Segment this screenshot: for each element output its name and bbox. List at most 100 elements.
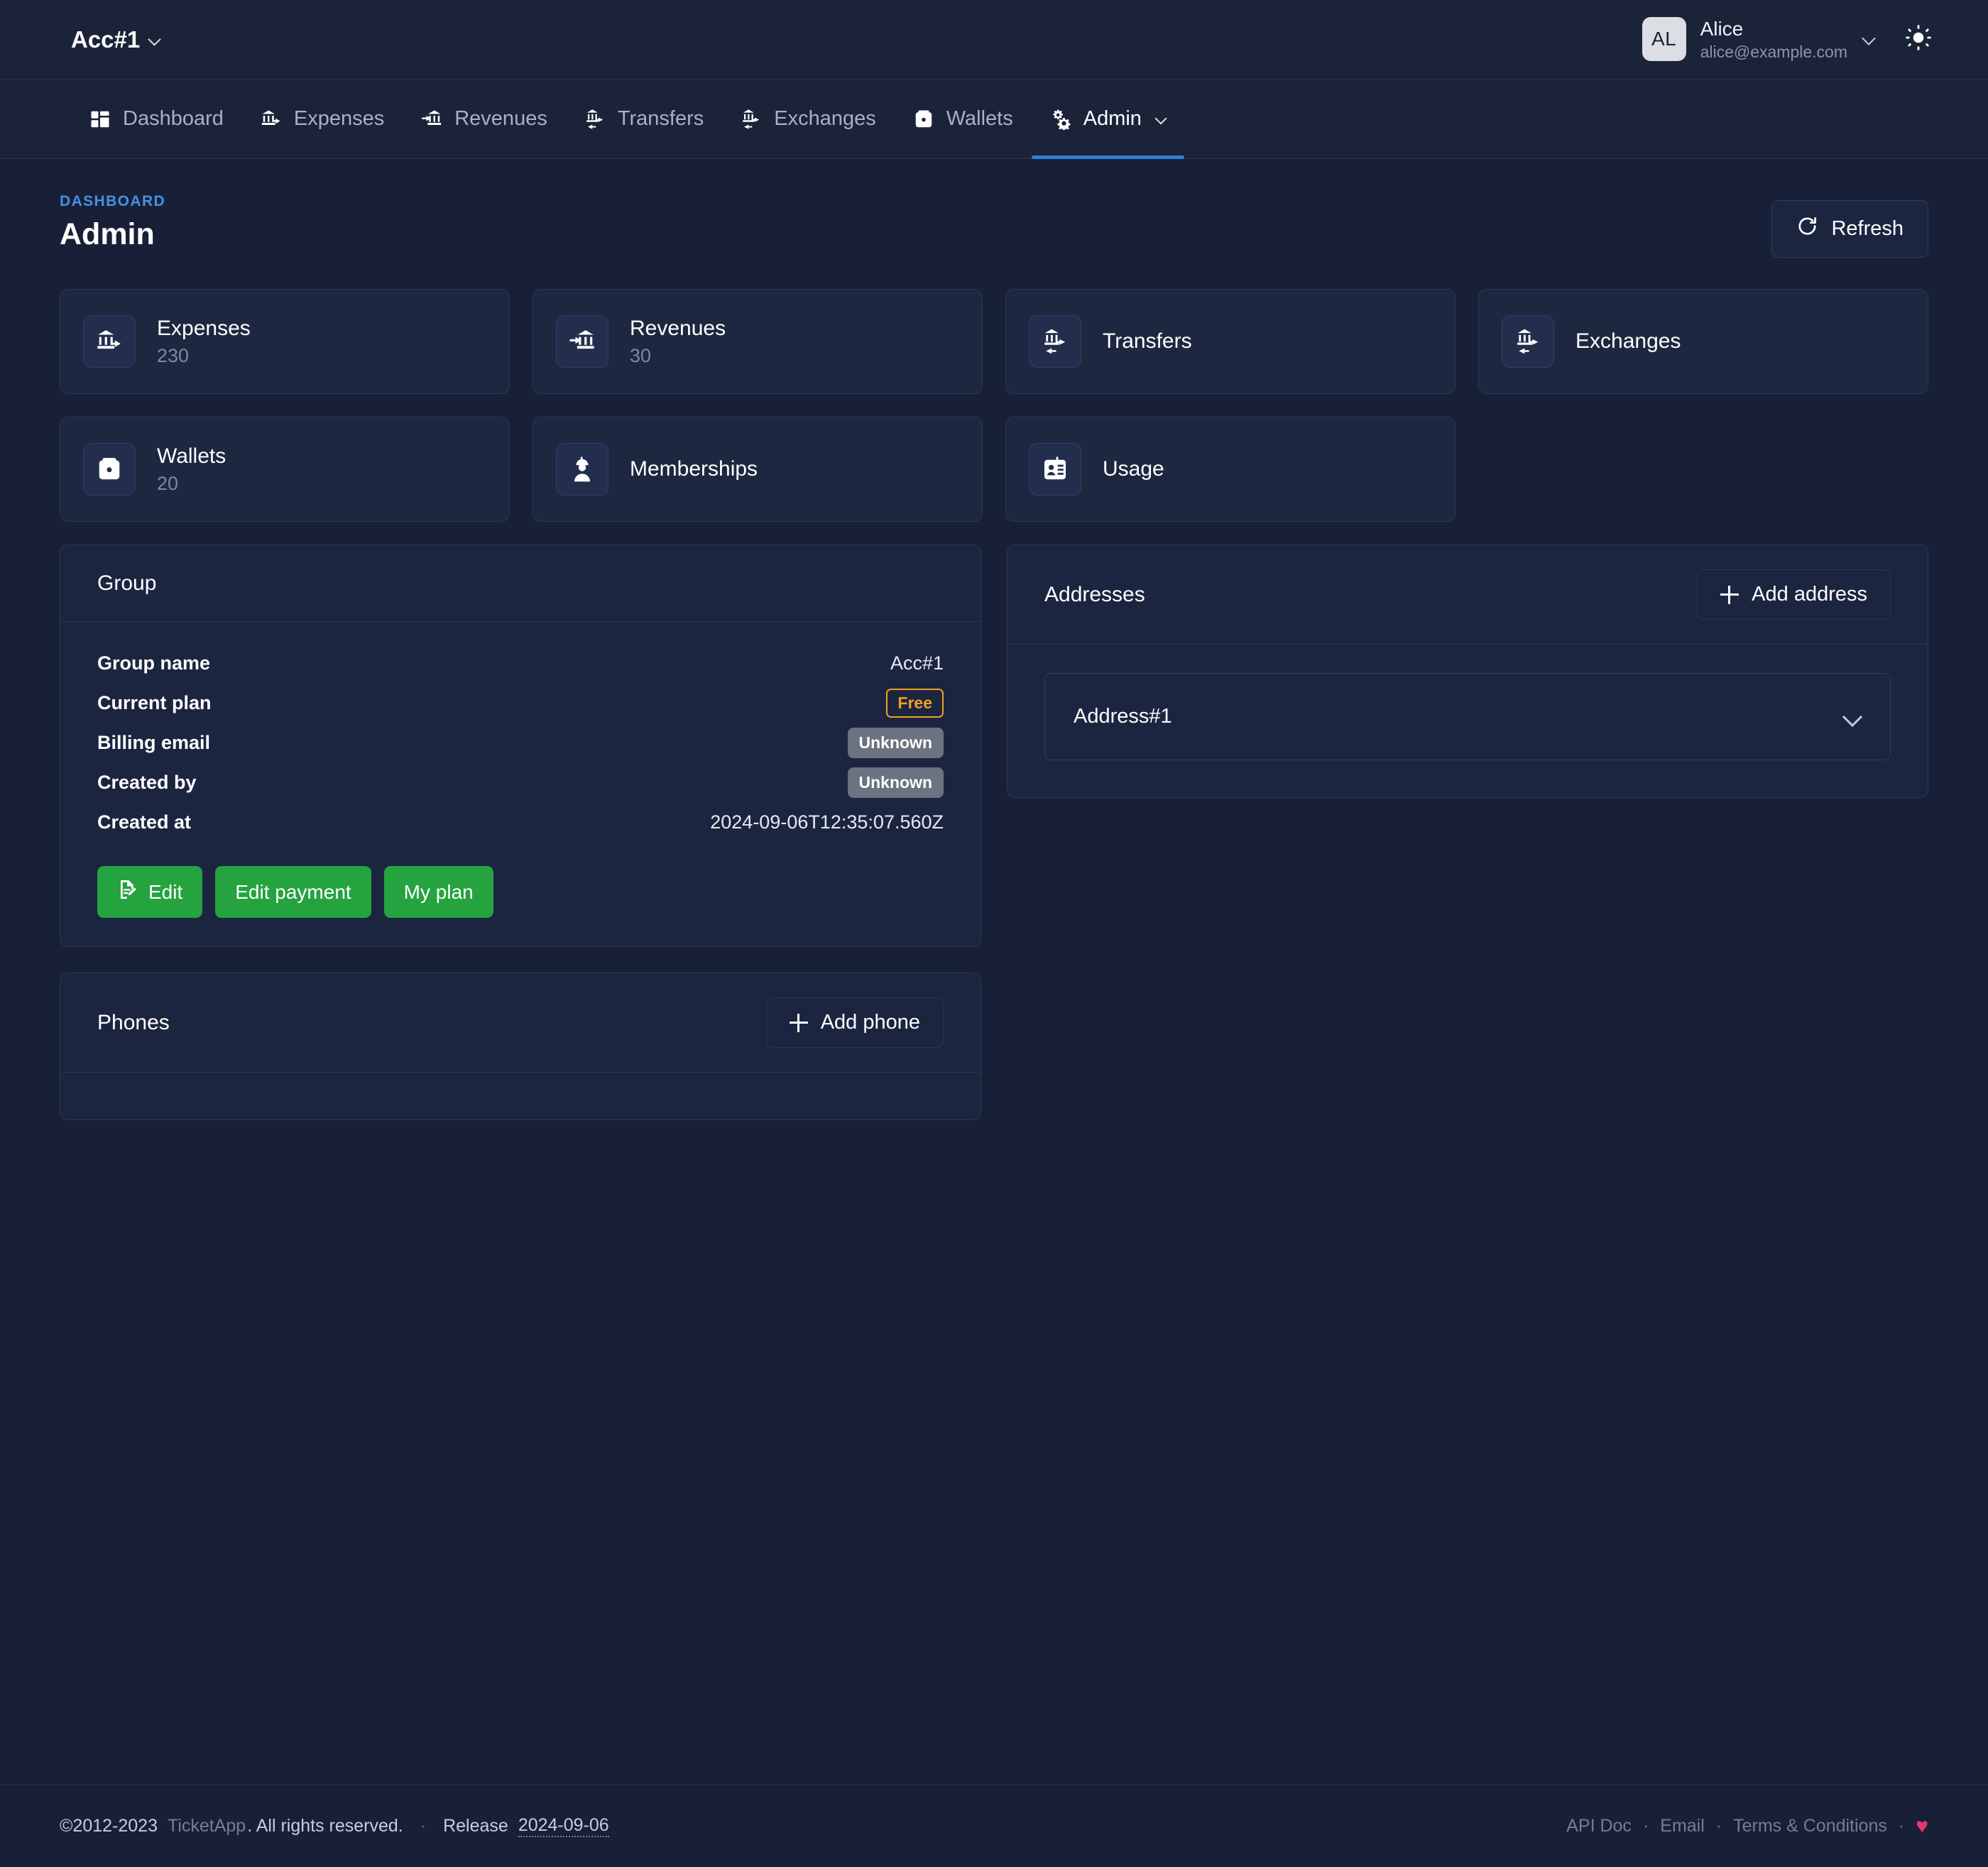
stat-card-expenses[interactable]: Expenses 230 bbox=[60, 289, 510, 394]
stat-card-label: Exchanges bbox=[1575, 329, 1681, 353]
top-bar-right: AL Alice alice@example.com bbox=[1642, 17, 1937, 62]
nav-item-exchanges[interactable]: Exchanges bbox=[722, 80, 895, 158]
stat-card-usage[interactable]: Usage bbox=[1005, 417, 1456, 522]
stat-card-label: Memberships bbox=[630, 457, 758, 481]
plus-icon bbox=[1720, 585, 1740, 604]
panel-title: Group bbox=[97, 571, 157, 595]
stat-card-label: Transfers bbox=[1103, 329, 1192, 353]
stat-card-exchanges[interactable]: Exchanges bbox=[1478, 289, 1928, 394]
exchange-icon bbox=[741, 109, 762, 130]
addresses-list: Address#1 bbox=[1007, 645, 1928, 797]
account-switcher[interactable]: Acc#1 bbox=[71, 26, 160, 53]
footer-app-name: TicketApp bbox=[167, 1816, 246, 1836]
nav-label: Revenues bbox=[454, 107, 547, 130]
phones-panel: Phones Add phone bbox=[60, 973, 981, 1120]
stat-cards-grid: Expenses 230 Revenues 30 Transfers Excha… bbox=[60, 289, 1928, 522]
nav-item-admin[interactable]: Admin bbox=[1031, 80, 1185, 159]
chevron-down-icon bbox=[1155, 114, 1166, 124]
transfer-icon bbox=[1029, 315, 1081, 368]
detail-key: Created by bbox=[97, 771, 197, 793]
left-column: Group Group name Acc#1 Current plan Free… bbox=[60, 544, 981, 1120]
dashboard-icon bbox=[89, 109, 111, 130]
footer-release-label: Release bbox=[443, 1816, 508, 1836]
page-title: Admin bbox=[60, 217, 155, 251]
footer-left: ©2012-2023 TicketApp . All rights reserv… bbox=[60, 1815, 609, 1837]
refresh-label: Refresh bbox=[1831, 217, 1904, 240]
nav-item-revenues[interactable]: Revenues bbox=[403, 80, 566, 158]
footer-separator: · bbox=[420, 1816, 427, 1836]
detail-row-billing-email: Billing email Unknown bbox=[97, 723, 944, 762]
group-details-list: Group name Acc#1 Current plan Free Billi… bbox=[60, 622, 981, 845]
nav-label: Dashboard bbox=[123, 107, 224, 130]
theme-toggle-button[interactable] bbox=[1900, 21, 1937, 58]
footer-link-email[interactable]: Email bbox=[1660, 1816, 1705, 1836]
detail-key: Created at bbox=[97, 811, 192, 833]
add-phone-button[interactable]: Add phone bbox=[765, 997, 944, 1048]
footer-link-api-doc[interactable]: API Doc bbox=[1566, 1816, 1632, 1836]
footer-rights: . All rights reserved. bbox=[247, 1816, 403, 1836]
detail-row-group-name: Group name Acc#1 bbox=[97, 643, 944, 683]
nav-item-wallets[interactable]: Wallets bbox=[895, 80, 1032, 158]
stat-card-label: Expenses bbox=[157, 316, 251, 340]
my-plan-button[interactable]: My plan bbox=[383, 866, 493, 918]
stat-card-wallets[interactable]: Wallets 20 bbox=[60, 417, 510, 522]
detail-row-created-by: Created by Unknown bbox=[97, 762, 944, 802]
refresh-button[interactable]: Refresh bbox=[1771, 200, 1928, 258]
refresh-icon bbox=[1796, 215, 1818, 243]
user-menu[interactable]: AL Alice alice@example.com bbox=[1642, 17, 1876, 62]
avatar: AL bbox=[1642, 17, 1686, 62]
addresses-panel: Addresses Add address Address#1 bbox=[1007, 544, 1928, 798]
page-heading-group: DASHBOARD Admin bbox=[60, 193, 165, 252]
exchange-icon bbox=[1502, 315, 1554, 368]
footer-separator: · bbox=[1715, 1816, 1722, 1836]
id-card-icon bbox=[1029, 443, 1081, 496]
nav-label: Expenses bbox=[293, 107, 385, 130]
nav-label: Wallets bbox=[946, 107, 1013, 130]
button-label: My plan bbox=[403, 880, 474, 903]
chevron-down-icon bbox=[1862, 32, 1876, 46]
account-name: Acc#1 bbox=[71, 26, 141, 53]
bank-in-icon bbox=[556, 315, 608, 368]
add-address-button[interactable]: Add address bbox=[1697, 569, 1891, 620]
stat-card-count: 230 bbox=[157, 344, 190, 366]
stat-card-transfers[interactable]: Transfers bbox=[1005, 289, 1456, 394]
nav-item-dashboard[interactable]: Dashboard bbox=[71, 80, 242, 158]
footer-separator: · bbox=[1642, 1816, 1649, 1836]
bank-in-icon bbox=[421, 109, 442, 130]
list-item[interactable]: Address#1 bbox=[1044, 673, 1891, 760]
stat-card-revenues[interactable]: Revenues 30 bbox=[532, 289, 983, 394]
nav-item-expenses[interactable]: Expenses bbox=[242, 80, 403, 158]
wallet-icon bbox=[83, 443, 136, 496]
detail-value: Acc#1 bbox=[890, 652, 944, 674]
footer-release-date[interactable]: 2024-09-06 bbox=[518, 1815, 609, 1837]
footer-right: API Doc · Email · Terms & Conditions · ♥ bbox=[1566, 1814, 1928, 1839]
top-bar: Acc#1 AL Alice alice@example.com bbox=[0, 0, 1988, 80]
heart-icon: ♥ bbox=[1916, 1814, 1928, 1838]
bank-out-icon bbox=[261, 109, 282, 130]
status-badge: Unknown bbox=[847, 727, 944, 758]
stat-card-label: Revenues bbox=[630, 316, 726, 340]
footer-link-terms[interactable]: Terms & Conditions bbox=[1733, 1816, 1887, 1836]
nav-label: Exchanges bbox=[774, 107, 876, 130]
detail-key: Current plan bbox=[97, 691, 212, 713]
phones-list-empty bbox=[60, 1073, 981, 1119]
page-header: DASHBOARD Admin Refresh bbox=[60, 193, 1928, 258]
nav-label: Transfers bbox=[617, 107, 704, 130]
nav-item-transfers[interactable]: Transfers bbox=[566, 80, 722, 158]
detail-value: 2024-09-06T12:35:07.560Z bbox=[710, 811, 944, 833]
group-panel-actions: Edit Edit payment My plan bbox=[60, 845, 981, 946]
main-navigation: Dashboard Expenses Revenues Transfers Ex… bbox=[0, 80, 1988, 159]
user-info: Alice alice@example.com bbox=[1700, 17, 1847, 61]
edit-button[interactable]: Edit bbox=[97, 866, 203, 918]
breadcrumb[interactable]: DASHBOARD bbox=[60, 193, 165, 210]
page-content: DASHBOARD Admin Refresh Expenses 230 Rev… bbox=[0, 159, 1988, 1120]
stat-card-memberships[interactable]: Memberships bbox=[532, 417, 983, 522]
stat-card-count: 30 bbox=[630, 344, 652, 366]
chevron-down-icon bbox=[148, 34, 160, 45]
button-label: Add address bbox=[1752, 583, 1867, 606]
detail-key: Group name bbox=[97, 652, 211, 674]
edit-payment-button[interactable]: Edit payment bbox=[215, 866, 371, 918]
chevron-down-icon[interactable] bbox=[1843, 708, 1862, 726]
member-icon bbox=[556, 443, 608, 496]
stat-card-label: Wallets bbox=[157, 444, 226, 468]
